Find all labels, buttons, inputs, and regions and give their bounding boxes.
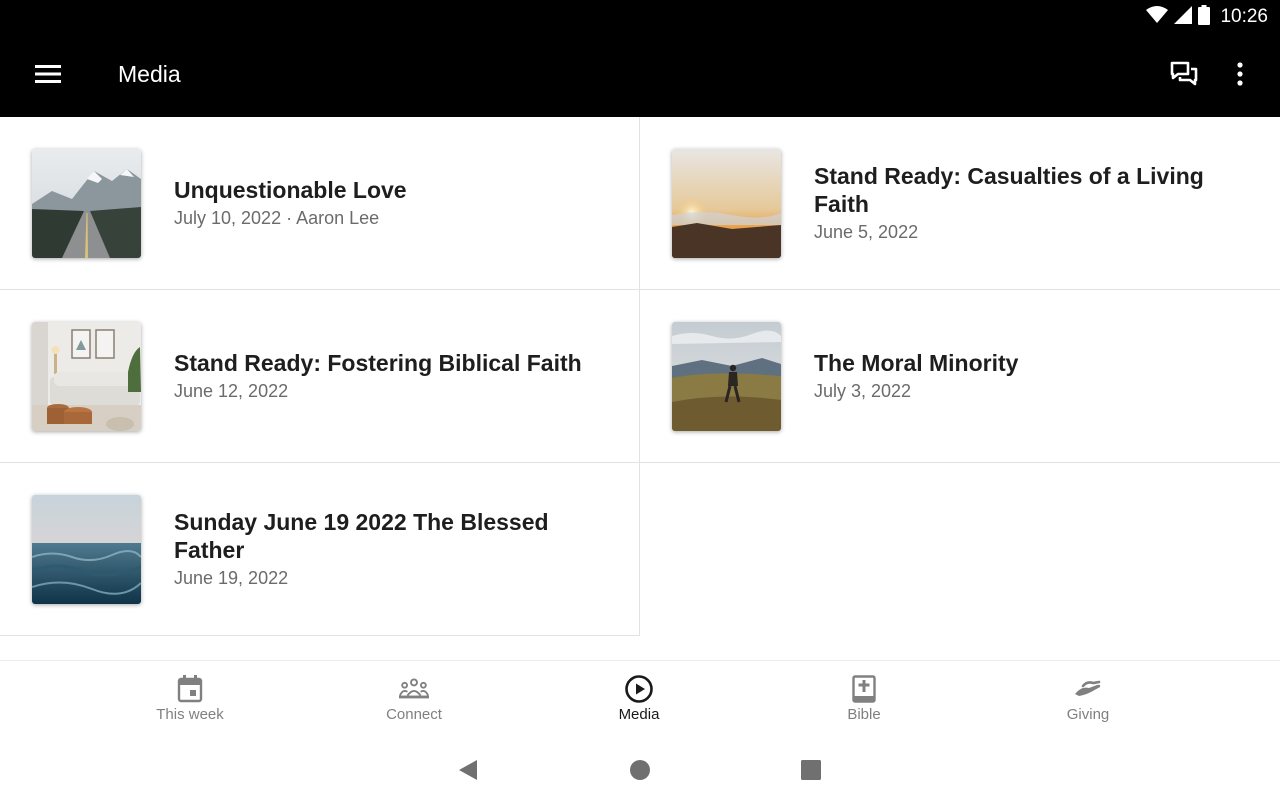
people-icon: [399, 674, 429, 704]
play-circle-icon: [624, 674, 654, 704]
bottom-navigation: This week Connect Media Bible Giving: [0, 660, 1280, 742]
wifi-icon: [1146, 5, 1169, 29]
media-title: Sunday June 19 2022 The Blessed Father: [174, 509, 549, 563]
more-vert-icon: [1237, 61, 1243, 91]
media-card-text: Stand Ready: Casualties of a Living Fait…: [814, 117, 1256, 290]
system-home-button[interactable]: [622, 754, 658, 790]
nav-this-week[interactable]: This week: [110, 661, 270, 743]
nav-bible[interactable]: Bible: [784, 661, 944, 743]
media-card-text: Unquestionable Love July 10, 2022 · Aaro…: [174, 117, 615, 290]
media-card[interactable]: Sunday June 19 2022 The Blessed Father J…: [0, 463, 640, 636]
media-card[interactable]: The Moral Minority July 3, 2022: [640, 290, 1280, 463]
recents-icon: [800, 759, 822, 786]
media-subtitle: June 19, 2022: [174, 568, 289, 588]
media-card-text: The Moral Minority July 3, 2022: [814, 290, 1256, 463]
media-card[interactable]: Stand Ready: Casualties of a Living Fait…: [640, 117, 1280, 290]
bible-icon: [849, 674, 879, 704]
giving-hand-icon: [1073, 674, 1103, 704]
system-back-button[interactable]: [450, 754, 486, 790]
media-title: Unquestionable Love: [174, 177, 407, 203]
media-subtitle: June 12, 2022: [174, 381, 289, 401]
chat-icon: [1169, 60, 1199, 93]
media-thumbnail: [672, 322, 781, 431]
media-card-text: Sunday June 19 2022 The Blessed Father J…: [174, 463, 615, 636]
back-icon: [457, 758, 479, 787]
menu-icon: [35, 64, 61, 89]
system-navigation: [0, 742, 1280, 800]
home-icon: [629, 759, 651, 786]
media-thumbnail: [32, 495, 141, 604]
status-bar: 10:26: [0, 0, 1280, 34]
nav-connect[interactable]: Connect: [334, 661, 494, 743]
signal-icon: [1174, 5, 1193, 29]
media-subtitle: July 3, 2022: [814, 381, 912, 401]
more-options-button[interactable]: [1222, 56, 1258, 96]
status-indicators: 10:26: [1146, 4, 1268, 30]
battery-icon: [1198, 4, 1211, 30]
calendar-icon: [175, 674, 205, 704]
media-card[interactable]: Unquestionable Love July 10, 2022 · Aaro…: [0, 117, 640, 290]
media-thumbnail: [672, 149, 781, 258]
media-list: Unquestionable Love July 10, 2022 · Aaro…: [0, 117, 1280, 660]
app-bar: Media: [0, 34, 1280, 117]
nav-label: Bible: [847, 706, 881, 723]
media-card[interactable]: Stand Ready: Fostering Biblical Faith Ju…: [0, 290, 640, 463]
menu-button[interactable]: [26, 56, 70, 96]
media-title: The Moral Minority: [814, 350, 1019, 376]
nav-giving[interactable]: Giving: [1008, 661, 1168, 743]
nav-label: Connect: [386, 706, 442, 723]
media-title: Stand Ready: Casualties of a Living Fait…: [814, 163, 1204, 217]
media-thumbnail: [32, 149, 141, 258]
media-card-text: Stand Ready: Fostering Biblical Faith Ju…: [174, 290, 615, 463]
media-subtitle: July 10, 2022 · Aaron Lee: [174, 208, 380, 228]
nav-media[interactable]: Media: [559, 661, 719, 743]
status-time: 10:26: [1220, 6, 1268, 27]
nav-label: This week: [156, 706, 224, 723]
nav-label: Giving: [1066, 706, 1110, 723]
media-thumbnail: [32, 322, 141, 431]
system-recents-button[interactable]: [793, 754, 829, 790]
media-subtitle: June 5, 2022: [814, 222, 919, 242]
nav-label: Media: [618, 706, 660, 723]
chat-button[interactable]: [1162, 56, 1206, 96]
page-title: Media: [118, 61, 181, 87]
media-title: Stand Ready: Fostering Biblical Faith: [174, 350, 582, 376]
